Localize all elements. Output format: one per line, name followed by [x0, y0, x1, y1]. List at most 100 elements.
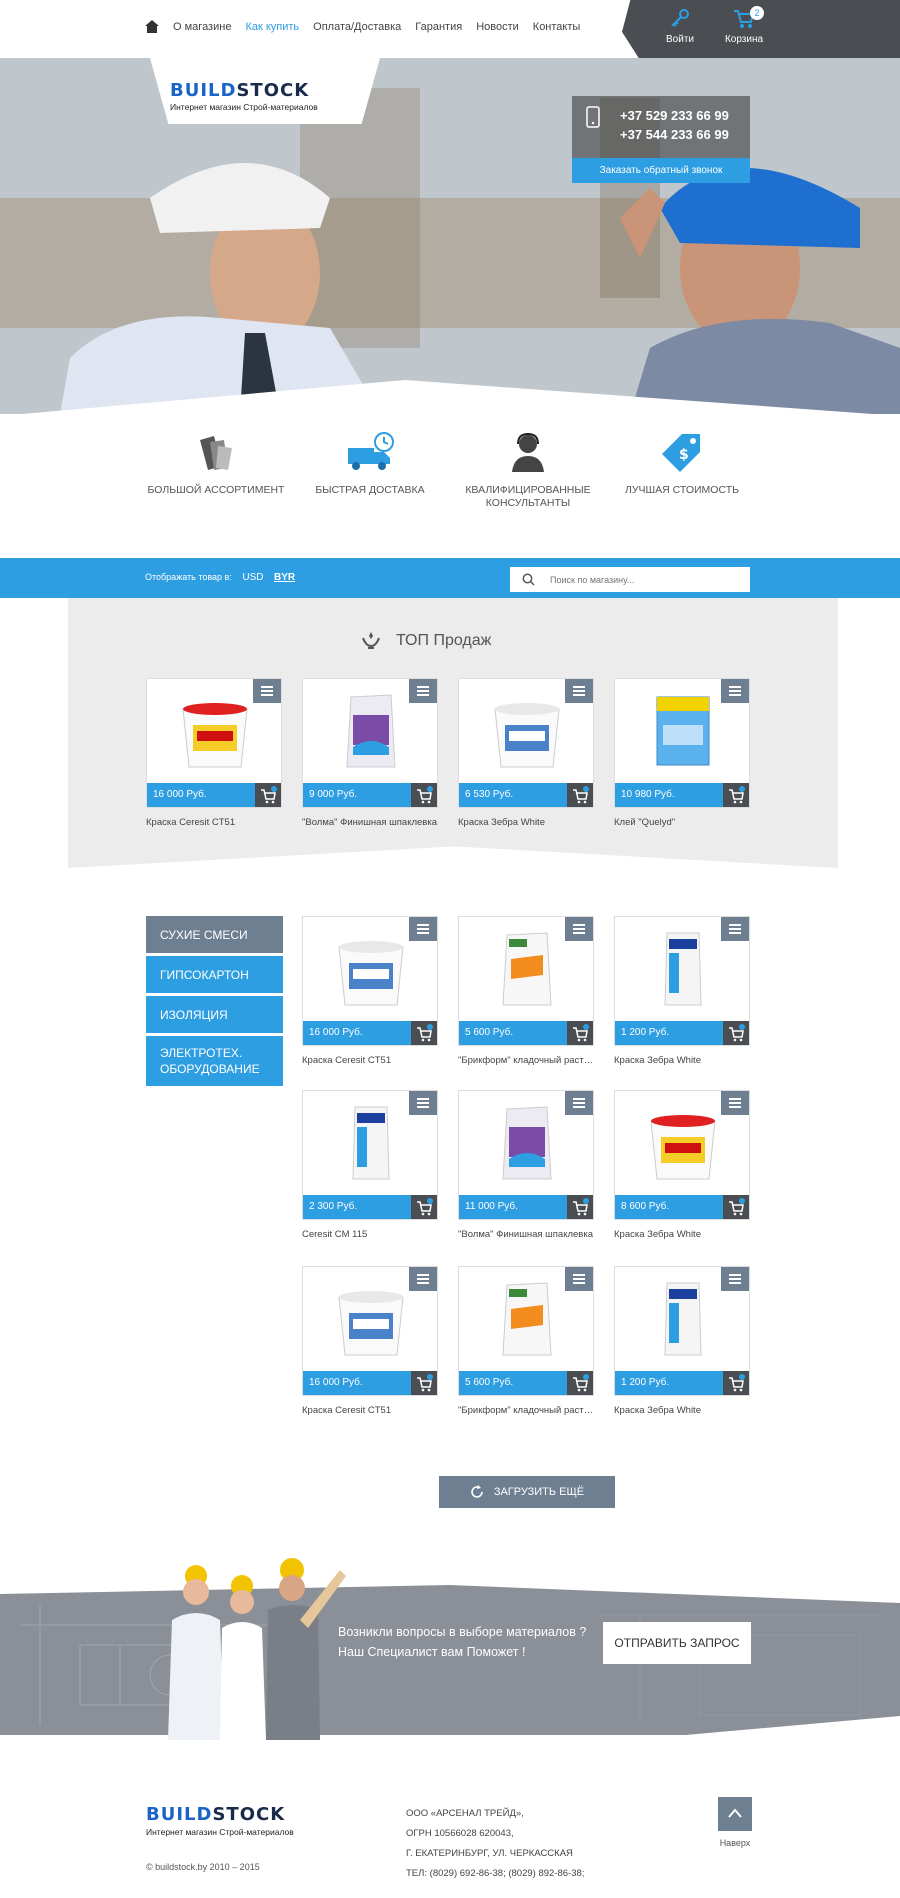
- product-image[interactable]: [331, 1103, 411, 1183]
- product-image[interactable]: [643, 691, 723, 771]
- company-info: ООО «АРСЕНАЛ ТРЕЙД», ОГРН 10566028 62004…: [406, 1808, 585, 1879]
- product-image[interactable]: [487, 1279, 567, 1359]
- menu-icon[interactable]: [565, 1267, 593, 1291]
- nav-item-news[interactable]: Новости: [476, 21, 519, 33]
- add-to-cart-icon[interactable]: [723, 783, 749, 807]
- feature-consultants: КВАЛИФИЦИРОВАННЫЕ КОНСУЛЬТАНТЫ: [458, 432, 598, 510]
- product-name[interactable]: Клей "Quelyd": [614, 817, 754, 828]
- product-image[interactable]: [331, 929, 411, 1009]
- phone-2[interactable]: +37 544 233 66 99: [620, 125, 729, 144]
- cart-label: Корзина: [724, 34, 764, 45]
- menu-icon[interactable]: [409, 917, 437, 941]
- send-request-button[interactable]: ОТПРАВИТЬ ЗАПРОС: [603, 1622, 751, 1664]
- menu-icon[interactable]: [721, 1267, 749, 1291]
- menu-icon[interactable]: [409, 679, 437, 703]
- product-image[interactable]: [331, 691, 411, 771]
- nav-item-contacts[interactable]: Контакты: [533, 21, 581, 33]
- product-image[interactable]: [643, 1279, 723, 1359]
- menu-icon[interactable]: [721, 679, 749, 703]
- product-name[interactable]: "Волма" Финишная шпаклевка: [302, 817, 442, 828]
- currency-usd[interactable]: USD: [242, 572, 263, 583]
- category-drywall[interactable]: ГИПСОКАРТОН: [146, 956, 283, 993]
- product-card[interactable]: 8 600 Руб.: [614, 1090, 750, 1220]
- cart-button[interactable]: 2 Корзина: [714, 6, 774, 45]
- menu-icon[interactable]: [565, 1091, 593, 1115]
- add-to-cart-icon[interactable]: [411, 783, 437, 807]
- product-image[interactable]: [643, 1103, 723, 1183]
- product-card[interactable]: 16 000 Руб.: [146, 678, 282, 808]
- logo-box[interactable]: BUILDSTOCK Интернет магазин Строй-матери…: [150, 58, 380, 124]
- search-input[interactable]: [550, 571, 740, 588]
- product-name[interactable]: Краска Зебра White: [614, 1229, 754, 1240]
- search-icon[interactable]: [522, 573, 535, 586]
- add-to-cart-icon[interactable]: [411, 1021, 437, 1045]
- nav-item-payment[interactable]: Оплата/Доставка: [313, 21, 401, 33]
- product-name[interactable]: Краска Зебра White: [614, 1055, 754, 1066]
- menu-icon[interactable]: [565, 917, 593, 941]
- login-button[interactable]: Войти: [650, 8, 710, 45]
- product-image[interactable]: [487, 691, 567, 771]
- add-to-cart-icon[interactable]: [567, 1371, 593, 1395]
- delivery-truck-icon: [348, 432, 394, 470]
- scroll-top-label: Наверх: [719, 1838, 751, 1848]
- product-name[interactable]: Ceresit CM 115: [302, 1229, 442, 1240]
- add-to-cart-icon[interactable]: [723, 1371, 749, 1395]
- product-name[interactable]: Краска Ceresit CT51: [302, 1405, 442, 1416]
- product-image[interactable]: [175, 691, 255, 771]
- top-sales-title: ТОП Продаж: [396, 632, 492, 649]
- footer-logo[interactable]: BUILDSTOCK Интернет магазин Строй-матери…: [146, 1804, 294, 1837]
- product-name[interactable]: Краска Ceresit CT51: [302, 1055, 442, 1066]
- home-icon[interactable]: [145, 20, 159, 33]
- product-card[interactable]: 16 000 Руб.: [302, 916, 438, 1046]
- add-to-cart-icon[interactable]: [567, 1021, 593, 1045]
- callback-button[interactable]: Заказать обратный звонок: [572, 158, 750, 183]
- product-name[interactable]: "Брикформ" кладочный раствор: [458, 1405, 598, 1416]
- add-to-cart-icon[interactable]: [567, 1195, 593, 1219]
- product-card[interactable]: 5 600 Руб.: [458, 916, 594, 1046]
- product-name[interactable]: Краска Ceresit CT51: [146, 817, 286, 828]
- product-image[interactable]: [487, 929, 567, 1009]
- search-box[interactable]: [510, 567, 750, 592]
- category-insulation[interactable]: ИЗОЛЯЦИЯ: [146, 996, 283, 1033]
- product-card[interactable]: 2 300 Руб.: [302, 1090, 438, 1220]
- nav-item-warranty[interactable]: Гарантия: [415, 21, 462, 33]
- feature-assortment: БОЛЬШОЙ АССОРТИМЕНТ: [146, 432, 286, 497]
- category-dry-mixes[interactable]: СУХИЕ СМЕСИ: [146, 916, 283, 953]
- load-more-button[interactable]: ЗАГРУЗИТЬ ЕЩЁ: [439, 1476, 615, 1508]
- nav-item-how-to-buy[interactable]: Как купить: [245, 21, 299, 33]
- category-electrical[interactable]: ЭЛЕКТРОТЕХ. ОБОРУДОВАНИЕ: [146, 1036, 283, 1086]
- menu-icon[interactable]: [721, 917, 749, 941]
- product-card[interactable]: 1 200 Руб.: [614, 916, 750, 1046]
- product-card[interactable]: 16 000 Руб.: [302, 1266, 438, 1396]
- product-image[interactable]: [643, 929, 723, 1009]
- product-card[interactable]: 1 200 Руб.: [614, 1266, 750, 1396]
- product-image[interactable]: [487, 1103, 567, 1183]
- menu-icon[interactable]: [721, 1091, 749, 1115]
- add-to-cart-icon[interactable]: [255, 783, 281, 807]
- add-to-cart-icon[interactable]: [411, 1195, 437, 1219]
- product-card[interactable]: 10 980 Руб.: [614, 678, 750, 808]
- product-image[interactable]: [331, 1279, 411, 1359]
- product-name[interactable]: "Волма" Финишная шпаклевка: [458, 1229, 598, 1240]
- cart-count-badge: 2: [750, 6, 764, 20]
- product-card[interactable]: 9 000 Руб.: [302, 678, 438, 808]
- menu-icon[interactable]: [565, 679, 593, 703]
- scroll-top-button[interactable]: [718, 1797, 752, 1831]
- product-name[interactable]: "Брикформ" кладочный раствор: [458, 1055, 598, 1066]
- add-to-cart-icon[interactable]: [723, 1195, 749, 1219]
- product-name[interactable]: Краска Зебра White: [614, 1405, 754, 1416]
- nav-item-about[interactable]: О магазине: [173, 21, 231, 33]
- phone-1[interactable]: +37 529 233 66 99: [620, 106, 729, 125]
- add-to-cart-icon[interactable]: [723, 1021, 749, 1045]
- add-to-cart-icon[interactable]: [411, 1371, 437, 1395]
- product-card[interactable]: 11 000 Руб.: [458, 1090, 594, 1220]
- chevron-up-icon: [728, 1808, 742, 1818]
- product-name[interactable]: Краска Зебра White: [458, 817, 598, 828]
- menu-icon[interactable]: [253, 679, 281, 703]
- product-card[interactable]: 5 600 Руб.: [458, 1266, 594, 1396]
- currency-byr[interactable]: BYR: [274, 572, 295, 583]
- menu-icon[interactable]: [409, 1267, 437, 1291]
- add-to-cart-icon[interactable]: [567, 783, 593, 807]
- product-card[interactable]: 6 530 Руб.: [458, 678, 594, 808]
- menu-icon[interactable]: [409, 1091, 437, 1115]
